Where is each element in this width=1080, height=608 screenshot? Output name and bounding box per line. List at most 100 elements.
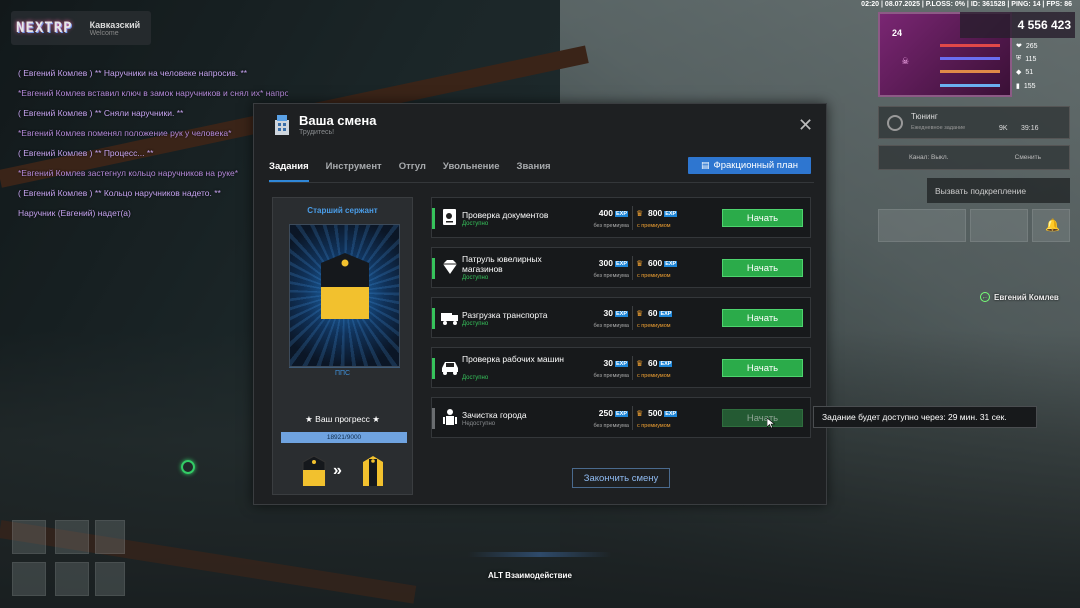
task-name: Патруль ювелирных магазинов: [462, 254, 542, 274]
task-status: Недоступно: [462, 421, 496, 427]
crown-icon: ♛: [636, 209, 644, 218]
tab-tool[interactable]: Инструмент: [326, 161, 382, 182]
task-row: Разгрузка транспорта Доступно 30 EXP без …: [431, 297, 811, 338]
inventory-slot: [12, 520, 46, 554]
wheel-icon: [887, 115, 903, 131]
police-officer-icon: [443, 409, 457, 425]
rank-title: Старший сержант: [307, 206, 378, 215]
mouse-cursor-icon: [767, 418, 775, 428]
start-task-button[interactable]: Начать: [722, 259, 803, 277]
exp-base: 400 EXP: [580, 208, 628, 218]
progress-bar: 18921/9000: [281, 432, 407, 443]
status-accent: [432, 208, 435, 229]
exp-premium-value: 600: [648, 258, 663, 268]
exp-base-label: без премиума: [593, 373, 629, 379]
divider: [632, 356, 633, 380]
player-art: ☠: [902, 54, 909, 67]
chat-log: ( Евгений Комлев ) ** Наручники на челов…: [18, 63, 288, 223]
tab-ranks[interactable]: Звания: [517, 161, 551, 182]
exp-premium: 800 EXP: [648, 208, 678, 218]
rank-divider: [289, 367, 400, 368]
npc-icon: ←: [980, 292, 990, 302]
current-rank-icon: [302, 456, 326, 486]
truck-icon: [441, 313, 458, 325]
stat-hunger: ◆ 51: [1016, 66, 1033, 78]
server-logo: NEXTRP: [16, 20, 73, 36]
exp-premium-label: с премиумом: [637, 423, 671, 429]
radio-label: Канал: Выкл.: [909, 154, 949, 161]
chat-line: ( Евгений Комлев ) ** Наручники на челов…: [18, 68, 248, 78]
chat-line: *Евгений Комлев поменял положение рук у …: [18, 128, 232, 138]
exp-base: 30 EXP: [580, 308, 628, 318]
finish-shift-button[interactable]: Закончить смену: [572, 468, 670, 488]
rank-panel: Старший сержант ППС ★ Ваш прогресс ★ 189…: [272, 197, 413, 495]
ammo-bar: [940, 84, 1000, 87]
faction-plan-button[interactable]: ▤ Фракционный план: [688, 157, 811, 174]
task-name: Зачистка города: [462, 410, 527, 420]
exp-premium: 60 EXP: [648, 358, 673, 368]
chevron-right-icon: »: [333, 462, 342, 479]
chat-line: *Евгений Комлев застегнул кольцо наручни…: [18, 168, 239, 178]
shift-dialog: Ваша смена Трудитесь! ✕ Задания Инструме…: [253, 103, 827, 505]
exp-tag: EXP: [664, 210, 678, 217]
status-accent: [432, 408, 435, 429]
backup-button[interactable]: Вызвать подкрепление: [927, 178, 1070, 203]
exp-base-label: без премиума: [593, 323, 629, 329]
start-task-button[interactable]: Начать: [722, 209, 803, 227]
exp-premium-label: с премиумом: [637, 373, 671, 379]
server-logo-box: NEXTRP Кавказский Welcome: [11, 11, 151, 45]
tuning-quest[interactable]: Тюнинг Ежедневное задание 9K 39:16: [878, 106, 1070, 139]
tab-tasks[interactable]: Задания: [269, 161, 309, 182]
health-bar: [940, 44, 1000, 47]
task-status: Доступно: [462, 321, 489, 327]
exp-tag: EXP: [614, 310, 628, 317]
stat-value: 155: [1023, 82, 1036, 90]
stat-armor: ⛨ 115: [1016, 53, 1036, 65]
exp-tag: EXP: [664, 410, 678, 417]
tuning-desc: Ежедневное задание: [911, 125, 966, 131]
armor-bar: [940, 57, 1000, 60]
shoulder-strap-icon: [321, 253, 369, 319]
exp-premium-value: 800: [648, 208, 663, 218]
inventory-slot: [12, 562, 46, 596]
close-icon[interactable]: ✕: [798, 116, 813, 134]
dialog-header: Ваша смена Трудитесь! ✕: [254, 104, 826, 148]
radio-switch[interactable]: Сменить: [1015, 154, 1041, 161]
exp-base-value: 250: [598, 408, 613, 418]
stat-value: 51: [1025, 68, 1034, 76]
npc-name: Евгений Комлев: [994, 292, 1059, 302]
divider: [632, 206, 633, 230]
stat-ammo: ▮ 155: [1016, 80, 1036, 92]
map-marker: [181, 460, 195, 474]
tuning-title: Тюнинг: [911, 112, 938, 121]
tab-dismissal[interactable]: Увольнение: [443, 161, 500, 182]
start-task-button[interactable]: Начать: [722, 359, 803, 377]
exp-tag: EXP: [664, 260, 678, 267]
interaction-hint: ALT Взаимодействие: [488, 571, 572, 580]
exp-tag: EXP: [659, 360, 673, 367]
exp-base: 300 EXP: [580, 258, 628, 268]
task-row: Зачистка города Недоступно 250 EXP без пр…: [431, 397, 811, 438]
stat-health: ❤ 265: [1016, 40, 1038, 52]
exp-premium-label: с премиумом: [637, 323, 671, 329]
start-task-button-disabled[interactable]: Начать: [722, 409, 803, 427]
chat-line: ( Евгений Комлев ) ** Процесс... **: [18, 148, 154, 158]
backup-label: Вызвать подкрепление: [935, 185, 1027, 196]
exp-tag: EXP: [614, 210, 628, 217]
player-level: 24: [892, 28, 903, 38]
bell-slot[interactable]: 🔔: [1032, 209, 1070, 242]
status-accent: [432, 308, 435, 329]
bell-icon: 🔔: [1045, 218, 1060, 232]
status-line: 02:20 | 08.07.2025 | P.LOSS: 0% | ID: 36…: [861, 1, 1072, 8]
stat-value: 265: [1025, 42, 1038, 50]
start-task-button[interactable]: Начать: [722, 309, 803, 327]
tab-leave[interactable]: Отгул: [399, 161, 426, 182]
chat-line: ( Евгений Комлев ) ** Сняли наручники. *…: [18, 108, 184, 118]
hud-slot: [878, 209, 966, 242]
food-icon: ◆: [1016, 69, 1022, 76]
inventory-slot: [95, 520, 125, 554]
radio-channel[interactable]: Канал: Выкл. Сменить: [878, 145, 1070, 170]
exp-base-value: 300: [598, 258, 613, 268]
interaction-bar: [468, 552, 611, 557]
exp-premium: 60 EXP: [648, 308, 673, 318]
